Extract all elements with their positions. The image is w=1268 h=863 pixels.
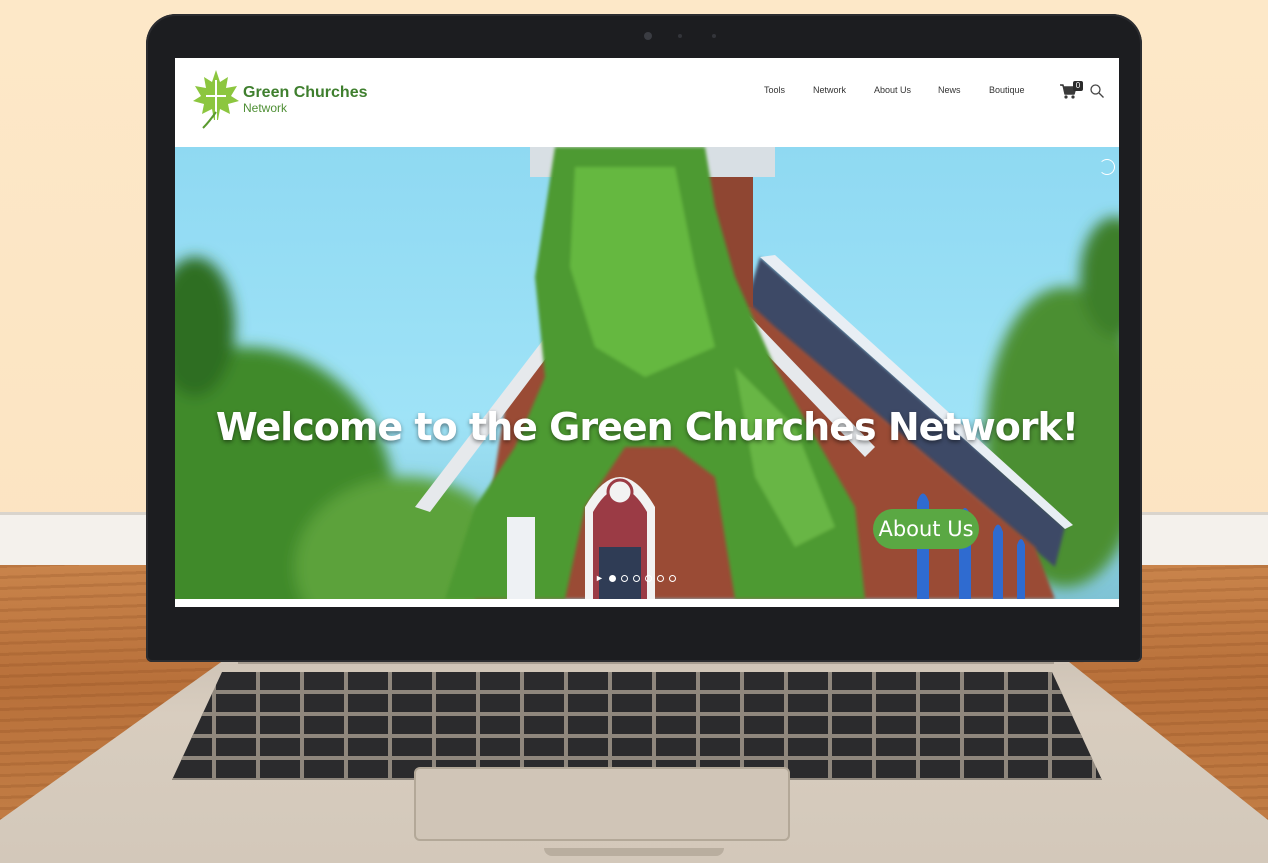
webcam-sensor: [678, 34, 682, 38]
laptop-touchpad: [414, 767, 790, 841]
hero-heading: Welcome to the Green Churches Network!: [215, 405, 1079, 449]
slider-dot[interactable]: [644, 574, 652, 582]
site-logo[interactable]: Green Churches Network: [191, 68, 367, 130]
slider-pagination: ►: [595, 573, 676, 583]
nav-item-tools[interactable]: Tools: [764, 85, 785, 95]
search-icon[interactable]: [1089, 83, 1105, 99]
slider-dot[interactable]: [608, 574, 616, 582]
slider-dot[interactable]: [620, 574, 628, 582]
loading-spinner-icon: [1099, 159, 1115, 175]
logo-text: Green Churches Network: [243, 83, 368, 115]
slider-dot[interactable]: [656, 574, 664, 582]
maple-leaf-logo-icon: [193, 70, 239, 129]
about-us-button[interactable]: About Us: [873, 509, 979, 549]
nav-item-boutique[interactable]: Boutique: [989, 85, 1025, 95]
cart-count-badge: 0: [1073, 81, 1083, 91]
hero-slider: Welcome to the Green Churches Network! A…: [175, 147, 1119, 599]
site-header: Green Churches Network Tools Network Abo…: [175, 58, 1119, 147]
laptop-lid: Green Churches Network Tools Network Abo…: [146, 14, 1142, 662]
page-content-edge: [175, 599, 1119, 607]
slider-dot[interactable]: [668, 574, 676, 582]
laptop-front-notch: [544, 848, 724, 856]
laptop-keyboard-rows: [172, 672, 1102, 780]
logo-subtitle: Network: [243, 100, 288, 115]
laptop-screen: Green Churches Network Tools Network Abo…: [175, 58, 1119, 607]
webcam: [644, 32, 652, 40]
laptop-base: [0, 650, 1268, 863]
nav-item-network[interactable]: Network: [813, 85, 846, 95]
logo-title: Green Churches: [243, 83, 368, 101]
webcam-sensor: [712, 34, 716, 38]
play-icon[interactable]: ►: [595, 573, 604, 583]
nav-item-about-us[interactable]: About Us: [874, 85, 911, 95]
slider-dot[interactable]: [632, 574, 640, 582]
nav-item-news[interactable]: News: [938, 85, 961, 95]
